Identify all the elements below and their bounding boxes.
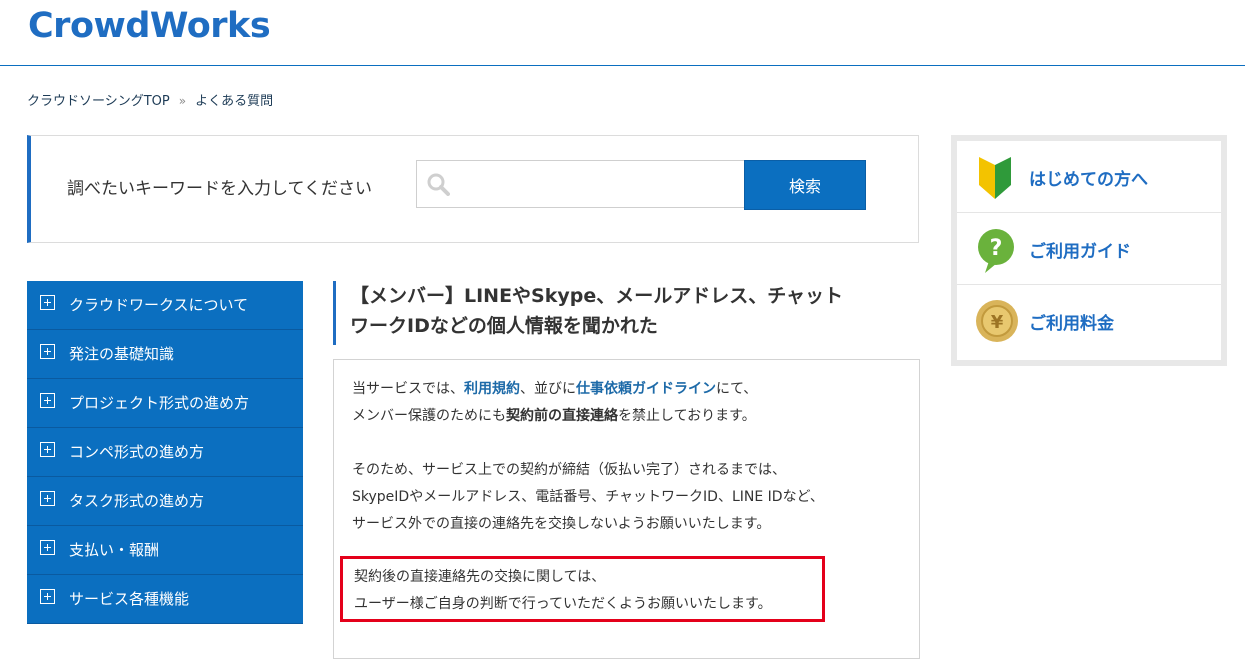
side-menu-item-task-format[interactable]: タスク形式の進め方	[27, 477, 303, 526]
article-title-line1: 【メンバー】LINEやSkype、メールアドレス、チャット	[350, 285, 844, 307]
site-header: CrowdWorks	[0, 0, 1245, 66]
search-panel: 調べたいキーワードを入力してください 検索	[27, 135, 919, 243]
side-menu-item-label: タスク形式の進め方	[69, 492, 205, 510]
breadcrumb-current-link[interactable]: よくある質問	[195, 94, 273, 109]
article-text: 当サービスでは、	[352, 381, 464, 397]
article-line: メンバー保護のためにも契約前の直接連絡を禁止しております。	[352, 403, 901, 430]
search-button[interactable]: 検索	[744, 160, 866, 210]
article-paragraph-contact-exchange: そのため、サービス上での契約が締結（仮払い完了）されるまでは、 SkypeIDや…	[352, 457, 901, 538]
right-panel-item-beginners[interactable]: はじめての方へ	[957, 141, 1221, 213]
plus-icon	[40, 491, 55, 506]
side-menu-item-label: サービス各種機能	[69, 590, 190, 608]
breadcrumb: クラウドソーシングTOP » よくある質問	[27, 90, 273, 109]
side-menu-item-label: クラウドワークスについて	[69, 296, 249, 314]
right-panel-item-label: ご利用料金	[1029, 314, 1114, 334]
highlighted-notice: 契約後の直接連絡先の交換に関しては、 ユーザー様ご自身の判断で行っていただくよう…	[340, 556, 825, 622]
article-body: 当サービスでは、利用規約、並びに仕事依頼ガイドラインにて、 メンバー保護のために…	[333, 359, 920, 659]
side-menu-item-service-features[interactable]: サービス各種機能	[27, 575, 303, 624]
side-menu: クラウドワークスについて 発注の基礎知識 プロジェクト形式の進め方 コンペ形式の…	[27, 281, 303, 624]
article-line: そのため、サービス上での契約が締結（仮払い完了）されるまでは、	[352, 462, 786, 478]
side-menu-item-label: 発注の基礎知識	[69, 345, 175, 363]
breadcrumb-home-link[interactable]: クラウドソーシングTOP	[27, 94, 170, 109]
side-menu-item-ordering-basics[interactable]: 発注の基礎知識	[27, 330, 303, 379]
plus-icon	[40, 393, 55, 408]
article-text: 、並びに	[520, 381, 576, 397]
article-line: 当サービスでは、利用規約、並びに仕事依頼ガイドラインにて、	[352, 376, 901, 403]
article-text: にて、	[716, 381, 758, 397]
article-line: SkypeIDやメールアドレス、電話番号、チャットワークID、LINE IDなど…	[352, 489, 824, 505]
search-label: 調べたいキーワードを入力してください	[67, 179, 372, 199]
side-menu-item-payment[interactable]: 支払い・報酬	[27, 526, 303, 575]
plus-icon	[40, 540, 55, 555]
article-bold-text: 契約前の直接連絡	[506, 408, 618, 424]
svg-text:¥: ¥	[991, 312, 1004, 333]
article-title: 【メンバー】LINEやSkype、メールアドレス、チャット ワークIDなどの個人…	[333, 281, 919, 345]
right-panel-inner: はじめての方へ ? ご利用ガイド ¥ ご利用料金	[957, 141, 1221, 360]
side-menu-item-label: コンペ形式の進め方	[69, 443, 205, 461]
terms-of-use-link[interactable]: 利用規約	[464, 381, 520, 397]
job-request-guideline-link[interactable]: 仕事依頼ガイドライン	[576, 381, 716, 397]
right-panel-item-guide[interactable]: ? ご利用ガイド	[957, 213, 1221, 285]
search-icon	[427, 173, 450, 196]
right-panel-item-label: ご利用ガイド	[1029, 242, 1131, 262]
article-line: 契約後の直接連絡先の交換に関しては、	[354, 569, 606, 585]
search-input-wrapper[interactable]	[416, 160, 746, 209]
plus-icon	[40, 442, 55, 457]
right-panel-item-label: はじめての方へ	[1029, 170, 1148, 190]
side-menu-item-project-format[interactable]: プロジェクト形式の進め方	[27, 379, 303, 428]
article-paragraph-rules: 当サービスでは、利用規約、並びに仕事依頼ガイドラインにて、 メンバー保護のために…	[352, 376, 901, 430]
plus-icon	[40, 589, 55, 604]
plus-icon	[40, 295, 55, 310]
right-panel-item-pricing[interactable]: ¥ ご利用料金	[957, 285, 1221, 357]
article-title-line2: ワークIDなどの個人情報を聞かれた	[350, 315, 658, 337]
search-input[interactable]	[459, 161, 743, 209]
plus-icon	[40, 344, 55, 359]
yen-coin-icon: ¥	[976, 300, 1018, 342]
svg-text:?: ?	[990, 236, 1003, 261]
crowdworks-logo[interactable]: CrowdWorks	[28, 6, 271, 46]
question-bubble-icon: ?	[978, 229, 1014, 273]
article-line: サービス外での直接の連絡先を交換しないようお願いいたします。	[352, 516, 771, 532]
side-menu-item-about[interactable]: クラウドワークスについて	[27, 281, 303, 330]
right-panel: はじめての方へ ? ご利用ガイド ¥ ご利用料金	[951, 135, 1227, 366]
beginner-leaf-icon	[979, 157, 1011, 199]
side-menu-item-label: 支払い・報酬	[69, 541, 160, 559]
article-text: メンバー保護のためにも	[352, 408, 506, 424]
breadcrumb-separator: »	[178, 94, 187, 108]
article-text: を禁止しております。	[618, 408, 756, 424]
side-menu-item-label: プロジェクト形式の進め方	[69, 394, 250, 412]
side-menu-item-competition-format[interactable]: コンペ形式の進め方	[27, 428, 303, 477]
article-line: ユーザー様ご自身の判断で行っていただくようお願いいたします。	[354, 596, 772, 612]
